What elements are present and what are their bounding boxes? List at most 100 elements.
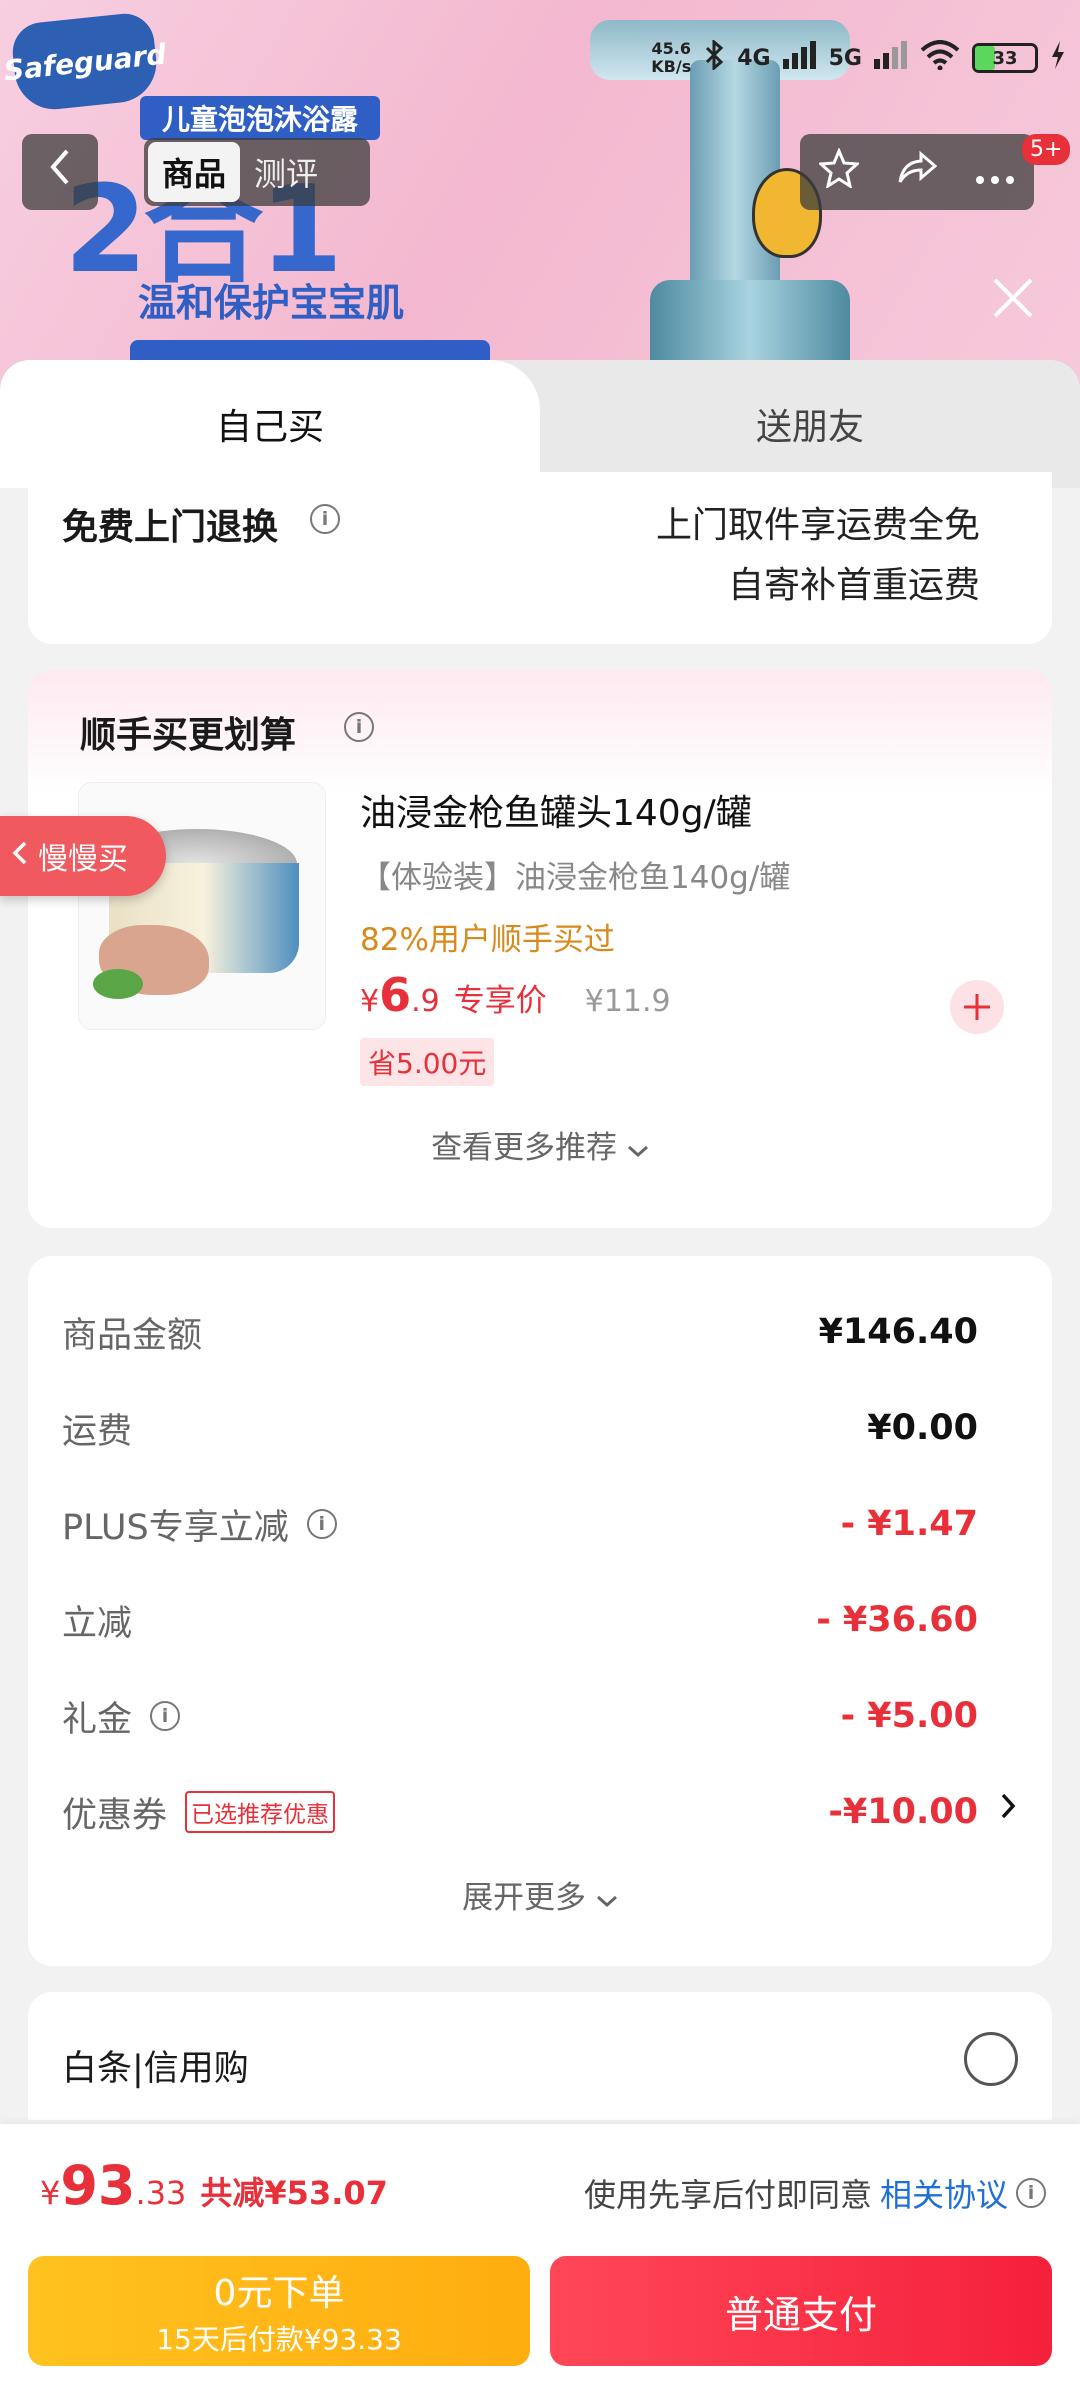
net-speed-value: 45.6 (651, 39, 691, 58)
pay-later-sublabel: 15天后付款¥93.33 (156, 2323, 402, 2356)
bluetooth-icon (703, 38, 725, 76)
baitiao-radio[interactable] (964, 2032, 1018, 2086)
net-speed-unit: KB/s (651, 57, 692, 76)
add-addon-button[interactable] (950, 980, 1004, 1034)
row-value: -¥10.00 (828, 1792, 978, 1832)
info-icon[interactable]: i (310, 504, 340, 534)
see-more-label: 查看更多推荐 (431, 1130, 618, 1166)
slow-buy-float-tag[interactable]: 慢慢买 (0, 816, 166, 896)
info-icon[interactable]: i (306, 1509, 337, 1539)
tab-review[interactable]: 测评 (240, 142, 332, 202)
return-detail-line2: 自寄补首重运费 (727, 565, 980, 606)
expand-more-label: 展开更多 (462, 1880, 587, 1916)
original-price: ¥11.9 (584, 984, 671, 1019)
banner-slogan: 温和保护宝宝肌 (138, 281, 405, 325)
tab-buy-self[interactable]: 自己买 (0, 360, 540, 488)
wifi-icon (920, 40, 960, 76)
charging-icon (1050, 41, 1066, 75)
row-value: ¥146.40 (818, 1312, 978, 1352)
addon-price: ¥ 6 .9 专享价 ¥11.9 (360, 968, 671, 1022)
total-decimal: .33 (135, 2174, 187, 2212)
chevron-down-icon (596, 1880, 618, 1916)
price-row-discount: 立减 - ¥36.60 (62, 1590, 978, 1650)
price-row-plus: PLUS专享立减 i - ¥1.47 (62, 1494, 978, 1554)
nav-actions (800, 134, 1034, 210)
chevron-right-icon[interactable] (1000, 1784, 1016, 1830)
row-label: 运费 (62, 1411, 133, 1452)
tab-product[interactable]: 商品 (148, 142, 241, 202)
star-icon[interactable] (817, 146, 861, 197)
addon-product-name[interactable]: 油浸金枪鱼罐头140g/罐 (360, 784, 752, 836)
network-4g-label: 4G (737, 45, 771, 71)
info-icon[interactable]: i (1016, 2178, 1046, 2208)
addon-title: 顺手买更划算 (80, 715, 297, 756)
plus-icon (962, 982, 992, 1033)
price-symbol: ¥ (360, 984, 380, 1019)
addon-product-variant: 【体验装】油浸金枪鱼140g/罐 (360, 860, 791, 896)
back-button[interactable] (22, 134, 98, 210)
chevron-left-icon (49, 149, 71, 195)
row-label: 优惠券 (62, 1795, 168, 1836)
network-5g-label: 5G (828, 45, 862, 71)
addon-social-proof: 82%用户顺手买过 (360, 922, 615, 958)
price-breakdown-card: 商品金额 ¥146.40 运费 ¥0.00 PLUS专享立减 i - ¥1.47… (28, 1256, 1052, 1966)
total-integer: 93 (60, 2154, 136, 2217)
price-row-shipping: 运费 ¥0.00 (62, 1398, 978, 1458)
row-label: 立减 (62, 1603, 133, 1644)
row-label: 礼金 (62, 1699, 133, 1740)
see-more-recommend[interactable]: 查看更多推荐 (28, 1122, 1052, 1167)
price-row-gift-money: 礼金 i - ¥5.00 (62, 1686, 978, 1746)
price-row-coupon[interactable]: 优惠券 已选推荐优惠 -¥10.00 (62, 1782, 978, 1842)
purchase-mode-tabs: 送朋友 自己买 (0, 360, 1080, 488)
addon-recommend-card: 顺手买更划算 i 油浸金枪鱼罐头140g/罐 【体验装】油浸金枪鱼140g/罐 … (28, 670, 1052, 1228)
normal-pay-button[interactable]: 普通支付 (550, 2256, 1052, 2366)
info-icon[interactable]: i (344, 712, 374, 742)
chevron-down-icon (627, 1130, 649, 1166)
agreement: 使用先享后付即同意 相关协议 i (584, 2170, 1046, 2216)
price-integer: 6 (379, 968, 412, 1022)
row-label: 商品金额 (62, 1315, 203, 1356)
agreement-link[interactable]: 相关协议 (880, 2170, 1008, 2216)
total-savings: 共减¥53.07 (200, 2174, 388, 2212)
row-label-wrap: PLUS专享立减 i (62, 1499, 337, 1550)
share-icon[interactable] (897, 148, 938, 197)
return-service-title: 免费上门退换 (62, 507, 279, 548)
checkout-sheet: 送朋友 自己买 免费上门退换 i 上门取件享运费全免 自寄补首重运费 顺手买更划… (0, 360, 1080, 2120)
price-label: 专享价 (453, 983, 547, 1019)
signal-icon (782, 41, 817, 75)
return-service-card: 免费上门退换 i 上门取件享运费全免 自寄补首重运费 (28, 472, 1052, 644)
row-value: ¥0.00 (867, 1408, 978, 1448)
row-value: - ¥1.47 (840, 1504, 978, 1544)
expand-more[interactable]: 展开更多 (28, 1872, 1052, 1917)
tab-gift-friend[interactable]: 送朋友 (540, 360, 1080, 488)
status-bar: 45.6 KB/s 4G 5G 33 (651, 38, 1066, 76)
total-price: ¥ 93 .33 共减¥53.07 (40, 2154, 388, 2217)
float-tag-label: 慢慢买 (38, 842, 128, 877)
baitiao-label: 白条|信用购 (62, 2049, 249, 2089)
total-symbol: ¥ (40, 2174, 61, 2212)
baitiao-card[interactable]: 白条|信用购 (28, 1992, 1052, 2120)
pay-later-label: 0元下单 (213, 2273, 345, 2314)
nav-tabs: 商品 测评 (144, 138, 370, 206)
agreement-text: 使用先享后付即同意 (583, 2176, 872, 2214)
brand-logo: Safeguard (2, 10, 168, 114)
return-detail-line1: 上门取件享运费全免 (655, 505, 980, 546)
chevron-left-icon (12, 839, 28, 874)
pay-later-button[interactable]: 0元下单 15天后付款¥93.33 (28, 2256, 530, 2366)
message-badge: 5+ (1022, 134, 1071, 165)
row-label-wrap: 礼金 i (62, 1691, 181, 1742)
info-icon[interactable]: i (150, 1701, 181, 1731)
return-service-detail: 上门取件享运费全免 自寄补首重运费 (656, 496, 980, 616)
price-row-goods: 商品金额 ¥146.40 (62, 1302, 978, 1362)
checkout-bottom-bar: ¥ 93 .33 共减¥53.07 使用先享后付即同意 相关协议 i 0元下单 … (0, 2124, 1080, 2400)
battery-icon: 33 (972, 43, 1038, 73)
row-value: - ¥5.00 (840, 1696, 978, 1736)
row-label: PLUS专享立减 (62, 1507, 289, 1548)
signal-icon (874, 41, 908, 75)
row-label-wrap: 优惠券 已选推荐优惠 (62, 1787, 336, 1838)
price-decimal: .9 (411, 984, 440, 1019)
more-icon[interactable] (975, 150, 1015, 194)
net-speed: 45.6 KB/s (651, 40, 691, 76)
coupon-tag: 已选推荐优惠 (185, 1791, 336, 1833)
close-sheet-button[interactable] (988, 276, 1038, 326)
